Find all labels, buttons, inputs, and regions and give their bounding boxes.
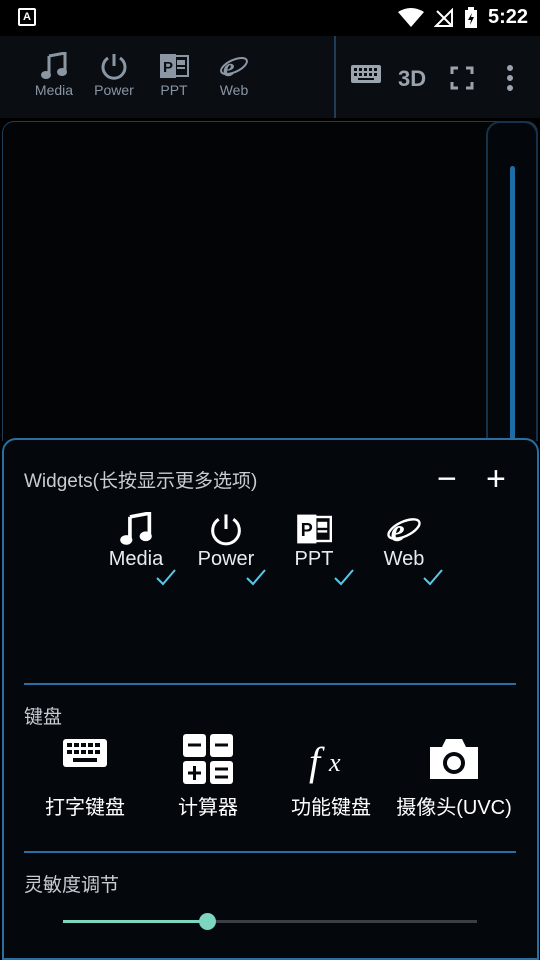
keyboard-section-title: 键盘 (24, 707, 63, 728)
battery-charging-icon (464, 6, 477, 28)
svg-text:x: x (328, 748, 341, 777)
sensitivity-section-title: 灵敏度调节 (24, 875, 120, 896)
typing-keyboard-button[interactable]: 打字键盘 (25, 733, 145, 820)
ie-icon: e (220, 53, 248, 80)
app-notification-icon: A (18, 8, 36, 26)
svg-text:e: e (223, 53, 235, 80)
widget-media[interactable]: Media (96, 512, 176, 571)
camera-uvc-button[interactable]: 摄像头(UVC) (394, 733, 514, 820)
top-widget-media[interactable]: Media (24, 52, 84, 98)
keyboard-item-label: 功能键盘 (291, 797, 371, 819)
toolbar-divider (334, 36, 336, 118)
music-note-icon (120, 512, 152, 545)
ppt-icon: P (160, 54, 189, 78)
section-divider (24, 683, 516, 685)
check-icon (156, 569, 176, 586)
top-widget-web[interactable]: e Web (204, 52, 264, 98)
widget-power[interactable]: Power (186, 512, 266, 571)
ppt-icon: P (297, 514, 332, 544)
widget-web[interactable]: e Web (364, 512, 444, 571)
top-widget-label: Media (34, 82, 74, 98)
top-widget-label: Power (94, 82, 134, 98)
power-icon (211, 514, 241, 546)
fullscreen-icon[interactable] (450, 66, 474, 90)
widget-ppt[interactable]: P PPT (274, 512, 354, 571)
music-note-icon (41, 52, 67, 79)
svg-text:f: f (309, 739, 325, 784)
camera-icon (430, 739, 478, 779)
ie-icon: e (387, 513, 421, 546)
keyboard-icon (63, 739, 107, 767)
calculator-icon (183, 734, 233, 784)
more-vert-icon[interactable] (502, 64, 518, 92)
wifi-icon (397, 7, 424, 27)
add-widget-button[interactable]: + (486, 462, 506, 496)
no-signal-icon (433, 7, 453, 27)
touchpad-area[interactable] (2, 121, 538, 441)
keyboard-item-label: 摄像头(UVC) (396, 797, 512, 819)
sensitivity-slider-fill (63, 920, 208, 923)
check-icon (246, 569, 266, 586)
top-widget-label: PPT (160, 82, 188, 98)
keyboard-item-label: 打字键盘 (45, 797, 125, 819)
calculator-button[interactable]: 计算器 (148, 733, 268, 820)
remove-widget-button[interactable]: − (437, 462, 457, 496)
section-divider (24, 851, 516, 853)
top-widget-ppt[interactable]: P PPT (144, 52, 204, 98)
clock: 5:22 (487, 6, 528, 28)
svg-text:P: P (163, 59, 173, 76)
svg-text:P: P (301, 520, 313, 540)
function-fx-icon: fx (309, 739, 341, 784)
top-widget-label: Web (219, 82, 249, 98)
widgets-section-title: Widgets(长按显示更多选项) (24, 471, 258, 492)
check-icon (423, 569, 443, 586)
top-widget-power[interactable]: Power (84, 52, 144, 98)
check-icon (334, 569, 354, 586)
svg-text:e: e (391, 513, 405, 546)
keyboard-icon[interactable] (350, 62, 382, 86)
status-bar: A 5:22 (0, 0, 540, 36)
3d-toggle-button[interactable]: 3D (398, 66, 426, 92)
function-keyboard-button[interactable]: fx 功能键盘 (271, 733, 391, 820)
keyboard-item-label: 计算器 (178, 797, 238, 819)
power-icon (101, 54, 127, 80)
scroll-wheel-thumb[interactable] (510, 166, 515, 441)
